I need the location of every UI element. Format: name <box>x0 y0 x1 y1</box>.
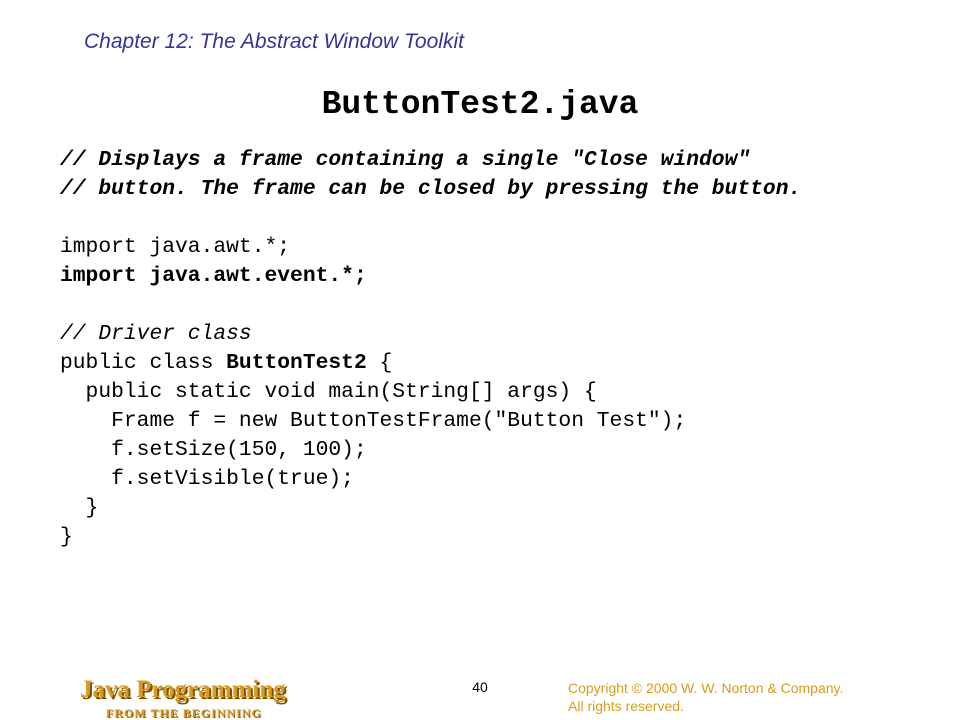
logo-title: Java Programming <box>80 676 286 703</box>
code-set-visible: f.setVisible(true); <box>60 467 354 491</box>
chapter-heading: Chapter 12: The Abstract Window Toolkit <box>84 30 464 53</box>
code-frame-creation: Frame f = new ButtonTestFrame("Button Te… <box>60 409 687 433</box>
code-set-size: f.setSize(150, 100); <box>60 438 367 462</box>
code-import-awt-event: import java.awt.event.*; <box>60 264 367 288</box>
copyright-notice: Copyright © 2000 W. W. Norton & Company.… <box>568 679 843 715</box>
copyright-line-1: Copyright © 2000 W. W. Norton & Company. <box>568 680 844 696</box>
code-class-close-brace: } <box>60 525 73 549</box>
logo-subtitle: FROM THE BEGINNING <box>106 706 262 720</box>
code-class-declaration: public class ButtonTest2 { <box>60 349 801 378</box>
code-open-brace: { <box>366 351 393 375</box>
code-main-method: public static void main(String[] args) { <box>60 380 597 404</box>
code-comment-line-2: // button. The frame can be closed by pr… <box>60 177 802 201</box>
code-class-name: ButtonTest2 <box>226 351 367 375</box>
code-driver-comment: // Driver class <box>60 322 252 346</box>
code-import-awt: import java.awt.*; <box>60 235 291 259</box>
slide-title: ButtonTest2.java <box>321 86 639 123</box>
code-comment-line-1: // Displays a frame containing a single … <box>60 148 751 172</box>
java-programming-logo: Java Programming FROM THE BEGINNING <box>80 676 310 720</box>
code-listing: // Displays a frame containing a single … <box>60 146 801 552</box>
page-number: 40 <box>472 679 488 695</box>
code-method-close-brace: } <box>60 496 99 520</box>
copyright-line-2: All rights reserved. <box>568 698 684 714</box>
code-class-keyword: public class <box>60 351 227 375</box>
